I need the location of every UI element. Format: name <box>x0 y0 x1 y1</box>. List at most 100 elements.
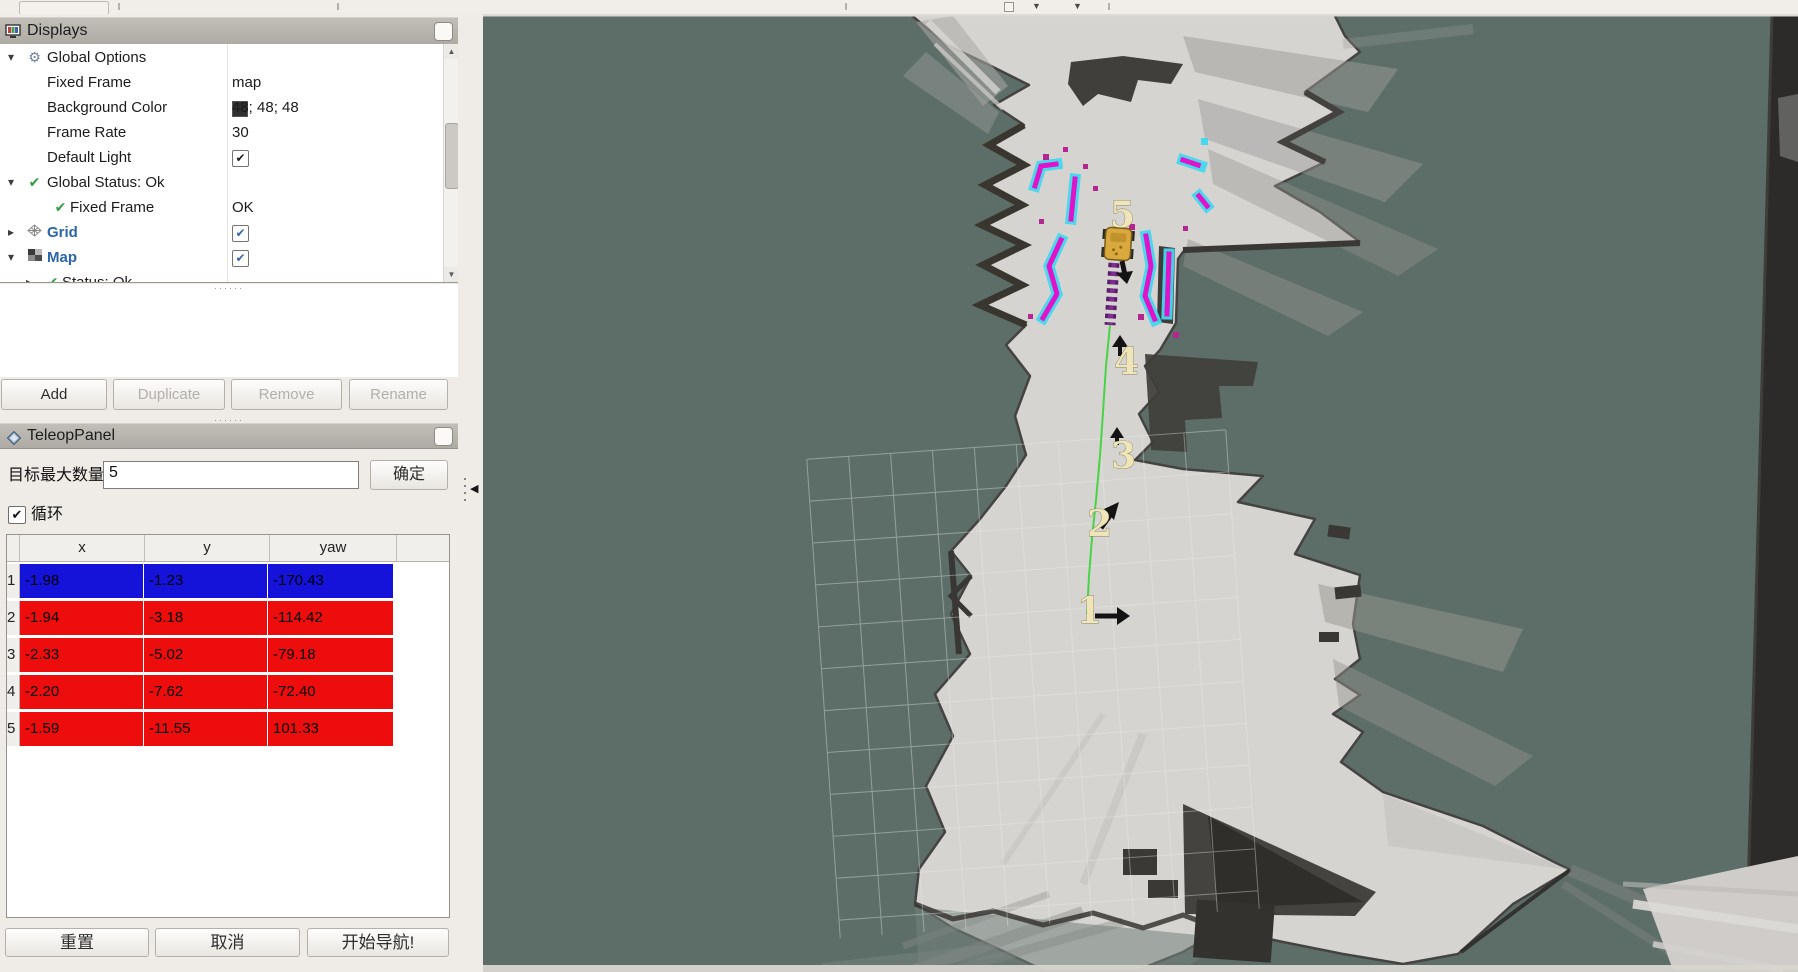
table-row[interactable]: 3 -2.33 -5.02 -79.18 <box>7 638 394 672</box>
render-viewport[interactable]: 1 2 3 4 5 <box>483 14 1798 972</box>
cell-yaw[interactable]: -72.40 <box>268 675 393 709</box>
teleop-panel-header[interactable]: TeleopPanel <box>0 423 458 449</box>
empty-panel-area <box>0 284 458 377</box>
collapse-triangle-icon[interactable]: ▸ <box>26 270 38 283</box>
scroll-down-icon[interactable]: ▼ <box>444 267 458 282</box>
remove-button[interactable]: Remove <box>231 379 342 410</box>
expand-triangle-icon[interactable]: ▾ <box>8 245 20 270</box>
tree-label[interactable]: Fixed Frame <box>70 195 154 220</box>
waypoint-label-1: 1 <box>1077 590 1102 632</box>
cell-y[interactable]: -11.55 <box>144 712 267 746</box>
teleop-float-button[interactable] <box>434 427 453 446</box>
default-light-checkbox[interactable]: ✔ <box>232 150 249 167</box>
toolbar-tick <box>1108 3 1110 10</box>
cell-yaw[interactable]: -170.43 <box>268 564 393 598</box>
dropdown-arrow-icon[interactable]: ▼ <box>1073 0 1082 13</box>
cell-yaw[interactable]: -79.18 <box>268 638 393 672</box>
cell-yaw[interactable]: 101.33 <box>268 712 393 746</box>
tree-row-fixed-frame-status[interactable]: ✔ Fixed Frame OK <box>0 195 443 220</box>
cell-x[interactable]: -2.20 <box>20 675 143 709</box>
tree-row-background-color[interactable]: Background Color 48; 48; 48 <box>0 95 443 120</box>
collapse-triangle-icon[interactable]: ▸ <box>8 220 20 245</box>
tree-label[interactable]: Fixed Frame <box>47 70 131 95</box>
row-number[interactable]: 1 <box>7 564 20 598</box>
displays-panel-header[interactable]: Displays <box>0 17 458 45</box>
displays-float-button[interactable] <box>434 22 453 41</box>
row-number[interactable]: 3 <box>7 638 20 672</box>
scrollbar-thumb[interactable] <box>445 123 458 189</box>
tree-row-map[interactable]: ▾ Map ✔ <box>0 245 443 270</box>
waypoint-table-header[interactable]: x y yaw <box>7 535 449 562</box>
waypoint-table[interactable]: x y yaw 1 -1.98 -1.23 -170.43 2 -1.94 -3… <box>6 534 450 918</box>
tree-row-default-light[interactable]: Default Light ✔ <box>0 145 443 170</box>
table-row[interactable]: 5 -1.59 -11.55 101.33 <box>7 712 394 746</box>
tree-label[interactable]: Status: Ok <box>62 270 132 283</box>
collapse-panel-arrow-icon[interactable]: ◀ <box>470 484 478 495</box>
waypoint-label-4: 4 <box>1114 341 1139 383</box>
cell-y[interactable]: -3.18 <box>144 601 267 635</box>
tree-row-global-status[interactable]: ▾ ✔ Global Status: Ok <box>0 170 443 195</box>
add-button[interactable]: Add <box>1 379 107 410</box>
row-number[interactable]: 2 <box>7 601 20 635</box>
col-header-yaw[interactable]: yaw <box>270 535 397 561</box>
max-goals-input[interactable]: 5 <box>103 461 359 489</box>
tree-row-global-options[interactable]: ▾ ⚙ Global Options <box>0 45 443 70</box>
rename-button[interactable]: Rename <box>349 379 448 410</box>
waypoint-label-5: 5 <box>1110 194 1135 236</box>
cell-x[interactable]: -2.33 <box>20 638 143 672</box>
tree-value[interactable]: map <box>232 70 261 95</box>
table-row[interactable]: 2 -1.94 -3.18 -114.42 <box>7 601 394 635</box>
cell-x[interactable]: -1.98 <box>20 564 143 598</box>
tree-row-fixed-frame[interactable]: Fixed Frame map <box>0 70 443 95</box>
tree-label[interactable]: Background Color <box>47 95 167 120</box>
tree-label[interactable]: Grid <box>47 220 78 245</box>
dropdown-arrow-icon[interactable]: ▼ <box>1032 0 1041 13</box>
expand-triangle-icon[interactable]: ▾ <box>8 45 20 70</box>
tree-label[interactable]: Frame Rate <box>47 120 126 145</box>
table-row[interactable]: 4 -2.20 -7.62 -72.40 <box>7 675 394 709</box>
slam-map-canvas[interactable]: 1 2 3 4 5 <box>483 14 1798 972</box>
tree-label[interactable]: Global Options <box>47 45 146 70</box>
splitter-handle[interactable]: ······ <box>0 284 458 292</box>
displays-panel-title: Displays <box>27 18 87 44</box>
tree-scrollbar[interactable]: ▲ ▼ <box>443 44 458 282</box>
max-goals-label: 目标最大数量 <box>8 460 104 491</box>
row-number[interactable]: 5 <box>7 712 20 746</box>
tree-label[interactable]: Map <box>47 245 77 270</box>
panel-splitter[interactable]: ◀ <box>460 14 483 972</box>
teleop-diamond-icon <box>7 429 24 445</box>
grid-checkbox[interactable]: ✔ <box>232 225 249 242</box>
row-number[interactable]: 4 <box>7 675 20 709</box>
table-row[interactable]: 1 -1.98 -1.23 -170.43 <box>7 564 394 598</box>
scroll-up-icon[interactable]: ▲ <box>444 44 458 59</box>
cell-yaw[interactable]: -114.42 <box>268 601 393 635</box>
cancel-button[interactable]: 取消 <box>155 928 300 957</box>
tree-row-frame-rate[interactable]: Frame Rate 30 <box>0 120 443 145</box>
toolbar-swatch[interactable] <box>1004 2 1014 12</box>
tree-label[interactable]: Global Status: Ok <box>47 170 165 195</box>
tree-row-grid[interactable]: ▸ Grid ✔ <box>0 220 443 245</box>
duplicate-button[interactable]: Duplicate <box>113 379 225 410</box>
waypoint-label-3: 3 <box>1111 435 1136 477</box>
status-ok-check-icon: ✔ <box>26 170 43 195</box>
cell-y[interactable]: -7.62 <box>144 675 267 709</box>
cell-y[interactable]: -1.23 <box>144 564 267 598</box>
tree-value[interactable]: 30 <box>232 120 249 145</box>
reset-button[interactable]: 重置 <box>5 928 149 957</box>
tree-value[interactable]: 48; 48; 48 <box>232 95 299 120</box>
confirm-button[interactable]: 确定 <box>370 460 448 490</box>
toolbar-tab[interactable] <box>19 1 109 15</box>
col-header-x[interactable]: x <box>20 535 145 561</box>
tree-row-map-status-partial[interactable]: ▸ ✔ Status: Ok <box>0 270 443 283</box>
tree-label[interactable]: Default Light <box>47 145 131 170</box>
map-checkbox[interactable]: ✔ <box>232 250 249 267</box>
loop-checkbox[interactable]: ✔ <box>8 506 26 524</box>
expand-triangle-icon[interactable]: ▾ <box>8 170 20 195</box>
cell-x[interactable]: -1.94 <box>20 601 143 635</box>
left-panel-column: Displays ▾ ⚙ Global Options Fixed Frame … <box>0 14 461 972</box>
start-navigation-button[interactable]: 开始导航! <box>307 928 449 957</box>
cell-y[interactable]: -5.02 <box>144 638 267 672</box>
cell-x[interactable]: -1.59 <box>20 712 143 746</box>
col-header-y[interactable]: y <box>145 535 270 561</box>
teleop-panel-title: TeleopPanel <box>27 424 115 448</box>
